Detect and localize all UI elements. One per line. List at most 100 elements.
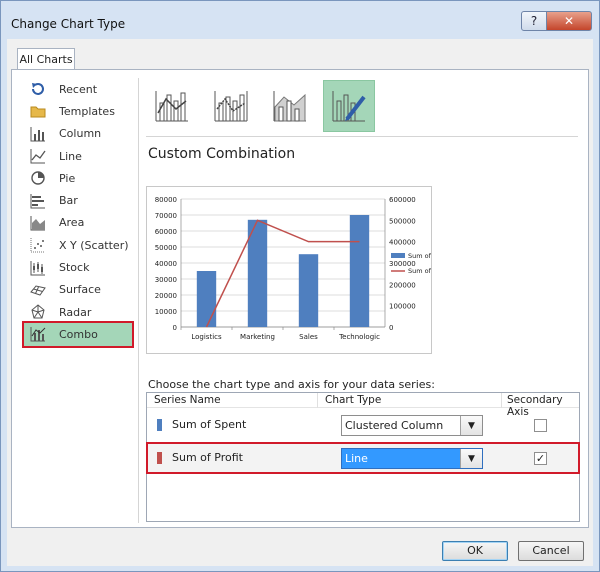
category-label: Column xyxy=(59,127,102,141)
scatter-chart-icon xyxy=(30,237,46,253)
y-tick-label: 20000 xyxy=(155,292,177,300)
y-tick-label: 70000 xyxy=(155,212,177,220)
area-column-icon xyxy=(273,91,306,122)
legend-label: Sum of Profit xyxy=(408,267,431,275)
dropdown-arrow-icon[interactable]: ▼ xyxy=(460,416,482,435)
chart-preview: 0 10000 20000 30000 40000 50000 60000 70000 8000… xyxy=(146,186,453,354)
category-label: Bar xyxy=(59,194,78,208)
y-tick-label: 10000 xyxy=(155,308,177,316)
subtype-clustered-column-line[interactable] xyxy=(146,80,198,132)
series-color-swatch xyxy=(157,452,162,464)
category-column[interactable]: Column xyxy=(24,123,132,145)
category-pie[interactable]: Pie xyxy=(24,167,132,189)
category-label: Area xyxy=(59,216,85,230)
series-grid: Series Name Chart Type Secondary Axis Su… xyxy=(146,392,580,522)
chart-type-select[interactable]: Line ▼ xyxy=(341,448,483,469)
subtype-column-line-secondary[interactable] xyxy=(205,80,257,132)
y-tick-label: 0 xyxy=(173,324,177,332)
radar-chart-icon xyxy=(30,304,46,320)
subtype-area-column[interactable] xyxy=(264,80,316,132)
series-name: Sum of Profit xyxy=(172,451,243,464)
line-chart-icon xyxy=(30,148,46,164)
category-label: X Y (Scatter) xyxy=(59,238,129,252)
dialog-body: All Charts Recent Templates Column Line Pie B… xyxy=(7,39,593,566)
y2-tick-label: 400000 xyxy=(389,239,416,247)
surface-chart-icon xyxy=(30,282,46,298)
category-recent[interactable]: Recent xyxy=(24,78,132,100)
category-label: Templates xyxy=(59,104,115,118)
category-surface[interactable]: Surface xyxy=(24,279,132,301)
y2-tick-label: 500000 xyxy=(389,217,416,225)
category-combo[interactable]: Combo xyxy=(22,321,134,348)
category-bar[interactable]: Bar xyxy=(24,189,132,211)
chart-type-select[interactable]: Clustered Column ▼ xyxy=(341,415,483,436)
category-label: Surface xyxy=(59,283,101,297)
x-tick-label: Technologic xyxy=(338,333,380,341)
x-tick-label: Sales xyxy=(299,333,318,341)
y-tick-label: 50000 xyxy=(155,244,177,252)
secondary-axis-checkbox[interactable]: ✓ xyxy=(534,452,547,465)
y-tick-label: 30000 xyxy=(155,276,177,284)
category-templates[interactable]: Templates xyxy=(24,100,132,122)
window-title: Change Chart Type xyxy=(11,17,126,31)
cancel-button[interactable]: Cancel xyxy=(518,541,584,561)
subtype-gallery xyxy=(146,80,375,132)
column-header-series-name: Series Name xyxy=(154,394,221,406)
tab-panel: Recent Templates Column Line Pie Bar Area X Y (… xyxy=(11,69,589,528)
category-stock[interactable]: Stock xyxy=(24,256,132,278)
y2-tick-label: 200000 xyxy=(389,281,416,289)
series-row-spent: Sum of Spent Clustered Column ▼ xyxy=(147,410,579,440)
bar-sum-of-spent xyxy=(298,254,319,327)
bar-sum-of-spent xyxy=(349,215,370,327)
close-button[interactable]: ✕ xyxy=(546,11,592,31)
category-line[interactable]: Line xyxy=(24,145,132,167)
y2-tick-label: 100000 xyxy=(389,303,416,311)
chart-type-value: Clustered Column xyxy=(345,419,444,432)
legend-swatch-spent xyxy=(391,253,405,258)
section-heading: Custom Combination xyxy=(148,146,296,162)
series-grid-header: Series Name Chart Type Secondary Axis xyxy=(147,393,579,418)
subtype-custom-combination[interactable] xyxy=(323,80,375,132)
legend-label: Sum of Spent xyxy=(408,252,431,260)
divider xyxy=(501,393,502,408)
area-chart-icon xyxy=(30,215,46,231)
title-bar: Change Chart Type ? ✕ xyxy=(1,1,599,39)
combo-chart: 0 10000 20000 30000 40000 50000 60000 70000 8000… xyxy=(155,196,453,341)
tab-all-charts[interactable]: All Charts xyxy=(17,48,75,70)
y-tick-label: 40000 xyxy=(155,260,177,268)
column-header-chart-type: Chart Type xyxy=(325,394,382,406)
category-label: Combo xyxy=(59,327,98,341)
x-tick-label: Marketing xyxy=(240,333,275,341)
custom-combo-icon xyxy=(332,91,366,122)
category-radar[interactable]: Radar xyxy=(24,301,132,323)
divider xyxy=(317,393,318,408)
ok-button[interactable]: OK xyxy=(442,541,508,561)
help-button[interactable]: ? xyxy=(521,11,547,31)
divider xyxy=(146,136,578,137)
category-label: Pie xyxy=(59,171,76,185)
category-label: Line xyxy=(59,149,82,163)
recent-icon xyxy=(30,81,46,97)
x-tick-label: Logistics xyxy=(191,333,222,341)
category-label: Recent xyxy=(59,82,98,96)
pie-chart-icon xyxy=(30,170,46,186)
secondary-axis-checkbox[interactable] xyxy=(534,419,547,432)
series-name: Sum of Spent xyxy=(172,418,247,431)
y2-tick-label: 0 xyxy=(389,324,393,332)
bar-sum-of-spent xyxy=(196,271,217,327)
series-color-swatch xyxy=(157,419,162,431)
y-tick-label: 80000 xyxy=(155,196,177,204)
category-area[interactable]: Area xyxy=(24,212,132,234)
dropdown-arrow-icon[interactable]: ▼ xyxy=(460,449,482,468)
chart-options: Custom Combination 0 10000 20000 30000 40000… xyxy=(146,70,586,525)
divider xyxy=(138,78,139,523)
chart-category-list: Recent Templates Column Line Pie Bar Area X Y (… xyxy=(22,78,134,348)
series-row-profit: Sum of Profit Line ▼ ✓ xyxy=(146,442,580,474)
y-tick-label: 60000 xyxy=(155,228,177,236)
stock-chart-icon xyxy=(30,260,46,276)
series-prompt: Choose the chart type and axis for your … xyxy=(148,378,435,391)
category-x-y-scatter[interactable]: X Y (Scatter) xyxy=(24,234,132,256)
category-label: Stock xyxy=(59,261,90,275)
y2-tick-label: 600000 xyxy=(389,196,416,204)
column-chart-icon xyxy=(30,126,46,142)
